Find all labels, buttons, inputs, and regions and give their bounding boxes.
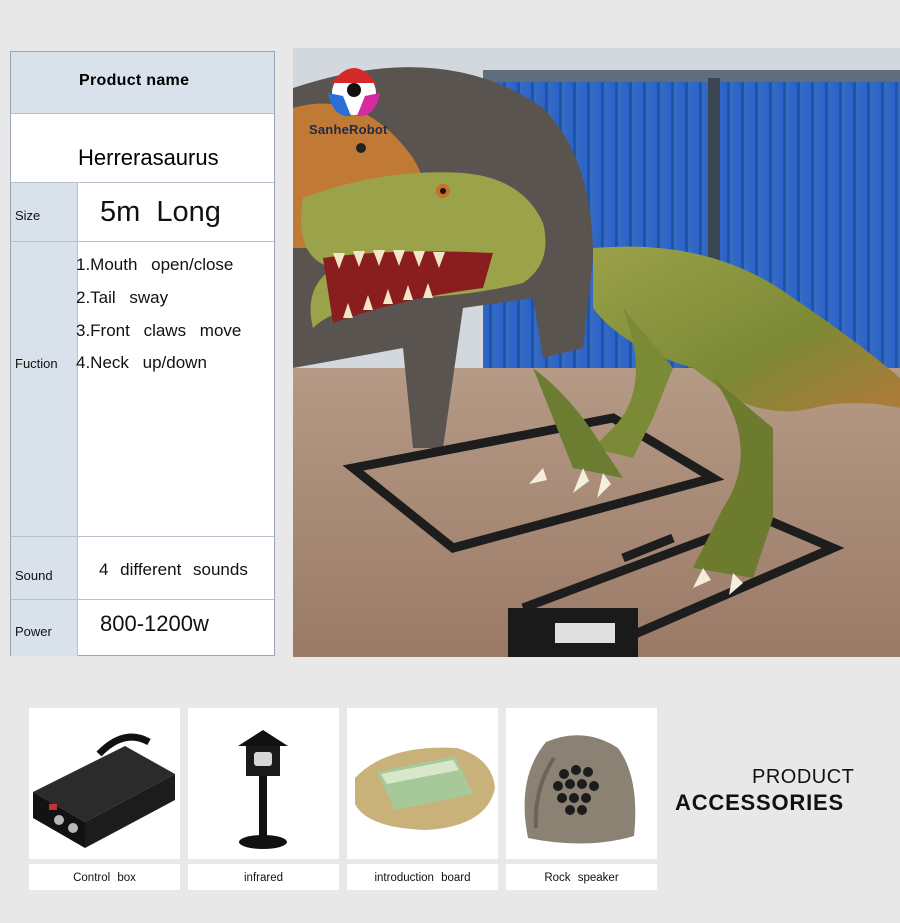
size-value: 5m Long	[100, 196, 221, 228]
power-value: 800-1200w	[100, 611, 209, 636]
function-item: 2.Tail sway	[76, 288, 169, 307]
product-name-row: Herrerasaurus	[11, 113, 274, 182]
sound-label: Sound	[15, 568, 53, 583]
brand-logo: SanheRobot	[309, 122, 388, 137]
sound-value: 4 different sounds	[99, 560, 248, 579]
function-item: 4.Neck up/down	[76, 353, 207, 372]
table-header: Product name	[79, 72, 190, 89]
introduction-board-icon	[355, 747, 495, 830]
infrared-sensor-icon	[238, 730, 288, 849]
function-row: Fuction 1.Mouth open/close 2.Tail sway 3…	[11, 241, 274, 536]
accessory-label-infrared: infrared	[188, 864, 339, 890]
control-box-icon	[33, 733, 175, 848]
sound-row: Sound 4 different sounds	[11, 536, 274, 599]
accessory-label-introduction-board: introduction board	[347, 864, 498, 890]
function-item: 1.Mouth open/close	[76, 255, 234, 274]
power-label: Power	[15, 624, 52, 639]
product-photo: SanheRobot	[293, 48, 900, 657]
function-item: 3.Front claws move	[76, 321, 242, 340]
product-name: Herrerasaurus	[78, 145, 219, 170]
accessory-infrared	[188, 708, 339, 859]
accessory-control-box	[29, 708, 180, 859]
spec-table: Product name Herrerasaurus Size 5m Long …	[10, 51, 275, 656]
function-label: Fuction	[15, 356, 58, 371]
accessory-rock-speaker	[506, 708, 657, 859]
power-row: Power 800-1200w	[11, 599, 274, 656]
accessory-label-rock-speaker: Rock speaker	[506, 864, 657, 890]
accessories-heading-top: PRODUCT	[752, 766, 855, 788]
size-row: Size 5m Long	[11, 182, 274, 241]
table-header-row: Product name	[11, 52, 274, 113]
accessories-heading-bottom: ACCESSORIES	[675, 790, 844, 815]
accessory-label-control-box: Control box	[29, 864, 180, 890]
size-label: Size	[15, 208, 41, 223]
accessory-introduction-board	[347, 708, 498, 859]
rock-speaker-icon	[524, 735, 636, 844]
dinosaur-scene	[293, 48, 900, 657]
